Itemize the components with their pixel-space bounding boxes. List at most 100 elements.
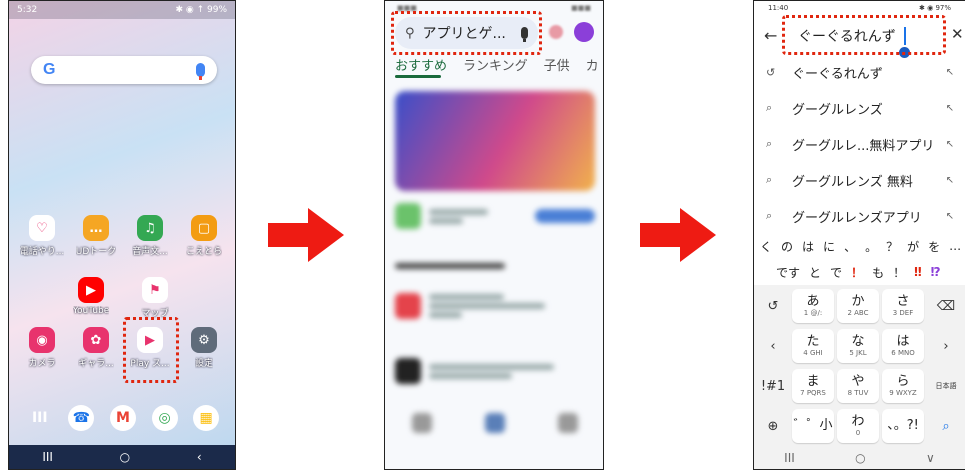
candidate[interactable]: … <box>949 239 961 253</box>
app-maps[interactable]: ⚑ マップ <box>130 277 180 319</box>
recents-button[interactable]: III <box>42 450 53 464</box>
candidate[interactable]: ？ <box>886 238 898 255</box>
candidate[interactable]: の <box>781 238 793 255</box>
candidate[interactable]: ⁉ <box>931 265 941 279</box>
list-item <box>395 203 595 229</box>
key-main: さ <box>896 294 910 309</box>
undo-key[interactable]: ↺ <box>758 289 788 323</box>
candidate[interactable]: と <box>809 264 821 281</box>
app-label: UDトーク <box>75 247 117 257</box>
globe-icon[interactable]: ⊕ <box>758 409 788 443</box>
app-label: YouTube <box>72 306 110 316</box>
clear-icon[interactable]: ✕ <box>951 25 964 43</box>
status-icons-right: ✱ ◉ ↑ 99% <box>175 5 227 15</box>
kana-key[interactable]: わ0 <box>837 409 879 443</box>
hide-keyboard-button[interactable]: ∨ <box>926 451 935 465</box>
gmail-icon[interactable]: M <box>109 405 136 431</box>
koetora-icon: ▢ <box>191 215 217 241</box>
phone-home-screen: 5:32 ✱ ◉ ↑ 99% G ♡ 電話やり... … UDトーク ♫ 音声文... ▢ こ… <box>8 0 236 470</box>
fill-query-icon[interactable]: ↖ <box>946 67 954 78</box>
key-sub: 2 ABC <box>847 309 869 317</box>
kana-key[interactable]: ゛゜小 <box>792 409 834 443</box>
symbols-key[interactable]: !#1 <box>758 369 788 403</box>
backspace-key[interactable]: ⌫ <box>930 289 962 323</box>
search-key[interactable]: ⌕ <box>930 409 962 443</box>
tab-3[interactable]: カ <box>586 55 599 74</box>
candidate[interactable]: です <box>776 264 800 281</box>
candidate-bar: くのはに、。 ？ がを … <box>754 235 965 257</box>
candidate[interactable]: で <box>830 264 842 281</box>
candidate[interactable]: 。 <box>865 238 877 255</box>
kana-key[interactable]: 、。?! <box>882 409 924 443</box>
suggestion-item[interactable]: ⌕ グーグルレンズ 無料 ↖ <box>754 163 965 197</box>
tab-1[interactable]: ランキング <box>463 55 528 74</box>
app-label: カメラ <box>28 359 56 369</box>
candidate[interactable]: く <box>760 238 772 255</box>
kana-key[interactable]: か2 ABC <box>837 289 879 323</box>
app-voice-text[interactable]: ♫ 音声文... <box>125 215 175 257</box>
notification-icon[interactable] <box>549 25 563 39</box>
kana-key[interactable]: た4 GHI <box>792 329 834 363</box>
kana-key[interactable]: ら9 WXYZ <box>882 369 924 403</box>
back-button[interactable]: ‹ <box>197 450 202 464</box>
home-button[interactable]: ○ <box>120 450 130 464</box>
kana-key[interactable]: さ3 DEF <box>882 289 924 323</box>
app-heart-phone[interactable]: ♡ 電話やり... <box>17 215 67 257</box>
chat-bubble-icon: … <box>83 215 109 241</box>
app-youtube[interactable]: ▶ YouTube <box>66 277 116 319</box>
key-sub: 5 JKL <box>849 349 867 357</box>
candidate[interactable]: に <box>823 238 835 255</box>
app-label: こえとら <box>185 247 222 257</box>
suggestion-text: グーグルレンズ <box>792 102 883 118</box>
app-chat-bubble[interactable]: … UDトーク <box>71 215 121 257</box>
candidate[interactable]: を <box>928 238 940 255</box>
fill-query-icon[interactable]: ↖ <box>946 175 954 186</box>
avatar[interactable] <box>574 22 594 42</box>
app-gallery[interactable]: ✿ ギャラ... <box>71 327 121 369</box>
keyboard: ↺ あ 1 @/: か 2 ABC さ 3 DEF ⌫ ‹ た 4 GHI な 5 JKL は 6 MNO ›… <box>754 285 965 449</box>
candidate[interactable]: ！ <box>851 264 863 281</box>
status-bar: 5:32 ✱ ◉ ↑ 99% <box>9 1 235 19</box>
calendar-icon[interactable]: ▦ <box>193 405 220 431</box>
key-sub: 1 @/: <box>803 309 823 317</box>
suggestion-item[interactable]: ↺ ぐーぐるれんず ↖ <box>754 55 965 89</box>
phone-icon[interactable]: ☎ <box>68 405 95 431</box>
candidate[interactable]: も <box>872 264 884 281</box>
fill-query-icon[interactable]: ↖ <box>946 139 954 150</box>
candidate[interactable]: ‼ <box>914 265 922 279</box>
active-tab-indicator <box>395 75 441 78</box>
app-settings[interactable]: ⚙ 設定 <box>179 327 229 369</box>
search-icon: ⌕ <box>766 209 773 222</box>
recents-icon[interactable]: III <box>27 405 53 431</box>
kana-key[interactable]: な5 JKL <box>837 329 879 363</box>
suggestion-item[interactable]: ⌕ グーグルレンズ ↖ <box>754 91 965 125</box>
fill-query-icon[interactable]: ↖ <box>946 103 954 114</box>
chrome-icon[interactable]: ◎ <box>151 405 178 431</box>
candidate[interactable]: が <box>907 238 919 255</box>
app-koetora[interactable]: ▢ こえとら <box>179 215 229 257</box>
candidate[interactable]: 、 <box>844 238 856 255</box>
kana-key[interactable]: ま7 PQRS <box>792 369 834 403</box>
cursor-right-key[interactable]: › <box>930 329 962 363</box>
back-arrow-icon[interactable]: ← <box>764 26 777 45</box>
recents-button[interactable]: III <box>784 451 795 465</box>
tab-0[interactable]: おすすめ <box>395 55 447 74</box>
google-search-widget[interactable]: G <box>31 56 217 84</box>
mic-icon[interactable] <box>196 63 205 80</box>
search-bar-highlight <box>391 11 542 55</box>
home-button[interactable]: ○ <box>855 451 865 465</box>
candidate[interactable]: ！ <box>893 264 905 281</box>
suggestion-item[interactable]: ⌕ グーグルレンズアプリ ↖ <box>754 199 965 233</box>
voice-text-icon: ♫ <box>137 215 163 241</box>
suggestion-item[interactable]: ⌕ グーグルレ...無料アプリ ↖ <box>754 127 965 161</box>
language-key[interactable]: 日本語 <box>930 369 962 403</box>
fill-query-icon[interactable]: ↖ <box>946 211 954 222</box>
kana-key[interactable]: あ1 @/: <box>792 289 834 323</box>
cursor-left-key[interactable]: ‹ <box>758 329 788 363</box>
bottom-nav <box>385 403 603 443</box>
kana-key[interactable]: や8 TUV <box>837 369 879 403</box>
tab-2[interactable]: 子供 <box>544 55 570 74</box>
app-camera[interactable]: ◉ カメラ <box>17 327 67 369</box>
candidate[interactable]: は <box>802 238 814 255</box>
kana-key[interactable]: は6 MNO <box>882 329 924 363</box>
